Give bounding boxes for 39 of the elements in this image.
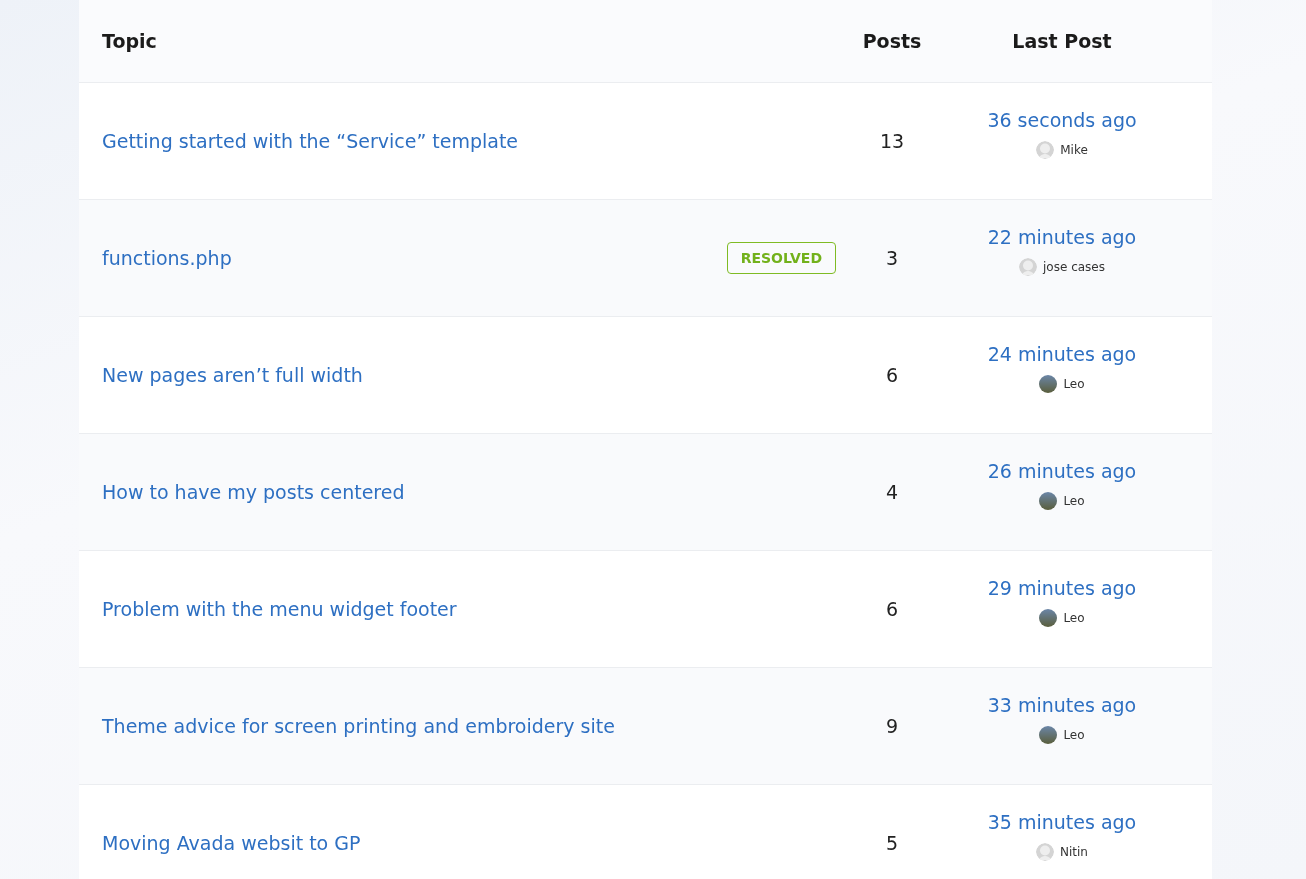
avatar-photo-placeholder	[1039, 609, 1058, 627]
avatar-photo-placeholder	[1039, 375, 1058, 393]
avatar-photo-placeholder	[1039, 726, 1058, 744]
last-post-link[interactable]: 29 minutes ago	[987, 577, 1137, 599]
column-header: Last Post	[1011, 30, 1113, 52]
topic-link[interactable]: functions.php	[102, 247, 232, 269]
last-post-link[interactable]: 24 minutes ago	[987, 343, 1137, 365]
author-name: Leo	[1063, 377, 1085, 391]
avatar-icon	[1019, 258, 1037, 276]
avatar-icon	[1036, 843, 1054, 861]
topic-link[interactable]: Problem with the menu widget footer	[102, 598, 457, 620]
author-name: Nitin	[1060, 845, 1088, 859]
post-count: 6	[884, 364, 900, 386]
post-count: 4	[884, 481, 900, 503]
last-post-link[interactable]: 22 minutes ago	[987, 226, 1137, 248]
avatar-photo-placeholder	[1039, 492, 1058, 510]
post-count: 13	[878, 130, 906, 152]
topic-link[interactable]: Getting started with the “Service” template	[102, 130, 519, 152]
author-name: Mike	[1060, 143, 1088, 157]
last-post-link[interactable]: 33 minutes ago	[987, 694, 1137, 716]
post-count: 3	[884, 247, 900, 269]
topic-link[interactable]: Moving Avada websit to GP	[102, 832, 361, 854]
last-post-link[interactable]: 35 minutes ago	[987, 811, 1137, 833]
topic-link[interactable]: Theme advice for screen printing and embroidery site	[102, 715, 615, 737]
topic-link[interactable]: New pages aren’t full width	[102, 364, 363, 386]
avatar-icon	[1036, 141, 1055, 159]
author-name: Leo	[1063, 494, 1085, 508]
column-header: Posts	[861, 30, 923, 52]
post-count: 5	[884, 832, 900, 854]
author-name: jose cases	[1043, 260, 1105, 274]
last-post-link[interactable]: 36 seconds ago	[987, 109, 1137, 131]
author-name: Leo	[1063, 611, 1085, 625]
last-post-link[interactable]: 26 minutes ago	[987, 460, 1137, 482]
topic-link[interactable]: How to have my posts centered	[102, 481, 405, 503]
post-count: 9	[884, 715, 900, 737]
post-count: 6	[884, 598, 900, 620]
resolved-badge: RESOLVED	[726, 242, 836, 274]
column-header: Topic	[101, 30, 158, 52]
author-name: Leo	[1063, 728, 1085, 742]
